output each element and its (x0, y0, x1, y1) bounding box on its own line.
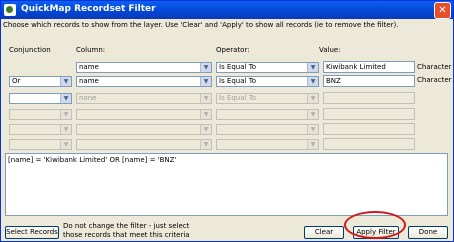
header-conjunction: Conjunction (9, 46, 51, 54)
value-input-row-1[interactable]: Kiwibank Limited (323, 61, 415, 73)
select-note-line-1: Do not change the filter - just select (63, 222, 190, 230)
type-label-row-1: Character (417, 63, 452, 71)
chevron-down-icon[interactable]: ▼ (60, 140, 71, 149)
chevron-down-icon[interactable]: ▼ (60, 125, 71, 134)
done-button[interactable]: Done (408, 226, 448, 239)
value-input-row-2[interactable]: BNZ (323, 75, 415, 87)
type-label-row-2: Character (417, 76, 452, 84)
header-value: Value: (319, 46, 341, 54)
select-note-line-2: those records that meet this criteria (63, 231, 190, 239)
filter-expression-box[interactable]: [name] = 'Kiwibank Limited' OR [name] = … (5, 153, 448, 216)
chevron-down-icon[interactable]: ▼ (200, 110, 211, 119)
clear-button[interactable]: Clear (304, 226, 344, 239)
chevron-down-icon[interactable]: ▼ (307, 110, 318, 119)
select-records-button[interactable]: Select Records (5, 226, 59, 239)
chevron-down-icon[interactable]: ▼ (200, 63, 211, 72)
chevron-down-icon[interactable]: ▼ (200, 77, 211, 86)
conjunction-select-row-2[interactable]: Or ▼ (9, 76, 72, 87)
chevron-down-icon[interactable]: ▼ (60, 110, 71, 119)
operator-select-value: Is Equal To (219, 94, 257, 102)
highlight-circle-annotation (344, 211, 406, 239)
chevron-down-icon[interactable]: ▼ (200, 125, 211, 134)
select-records-note: Do not change the filter - just select t… (63, 222, 190, 240)
column-select-row-6[interactable]: ▼ (76, 139, 212, 150)
column-select-row-4[interactable]: ▼ (76, 109, 212, 120)
column-select-row-5[interactable]: ▼ (76, 124, 212, 135)
operator-select-row-3[interactable]: Is Equal To ▼ (216, 93, 319, 104)
column-select-row-2[interactable]: name ▼ (76, 76, 212, 87)
chevron-down-icon[interactable]: ▼ (307, 140, 318, 149)
chevron-down-icon[interactable]: ▼ (307, 77, 318, 86)
operator-select-row-1[interactable]: Is Equal To ▼ (216, 62, 319, 73)
operator-select-row-4[interactable]: ▼ (216, 109, 319, 120)
column-select-value: none (79, 94, 97, 102)
operator-select-row-6[interactable]: ▼ (216, 139, 319, 150)
operator-select-row-2[interactable]: Is Equal To ▼ (216, 76, 319, 87)
chevron-down-icon[interactable]: ▼ (200, 140, 211, 149)
column-select-value: name (79, 63, 99, 71)
quickmap-app-icon (4, 4, 16, 16)
chevron-down-icon[interactable]: ▼ (307, 63, 318, 72)
filter-dialog: QuickMap Recordset Filter ✕ Choose which… (0, 0, 454, 242)
close-icon[interactable]: ✕ (434, 2, 451, 19)
conjunction-select-row-5[interactable]: ▼ (9, 124, 72, 135)
chevron-down-icon[interactable]: ▼ (60, 94, 71, 103)
operator-select-row-5[interactable]: ▼ (216, 124, 319, 135)
value-input-row-3[interactable] (323, 92, 415, 104)
value-input-row-6[interactable] (323, 138, 415, 150)
instructions-text: Choose which records to show from the la… (3, 21, 399, 29)
header-column: Column: (76, 46, 106, 54)
chevron-down-icon[interactable]: ▼ (307, 94, 318, 103)
conjunction-select-row-4[interactable]: ▼ (9, 109, 72, 120)
title-bar[interactable]: QuickMap Recordset Filter ✕ (1, 1, 453, 19)
column-select-row-1[interactable]: name ▼ (76, 62, 212, 73)
conjunction-select-row-6[interactable]: ▼ (9, 139, 72, 150)
column-select-value: name (79, 77, 99, 85)
operator-select-value: Is Equal To (219, 77, 257, 85)
chevron-down-icon[interactable]: ▼ (307, 125, 318, 134)
operator-select-value: Is Equal To (219, 63, 257, 71)
chevron-down-icon[interactable]: ▼ (200, 94, 211, 103)
column-select-row-3[interactable]: none ▼ (76, 93, 212, 104)
value-input-row-5[interactable] (323, 123, 415, 135)
value-input-row-4[interactable] (323, 108, 415, 120)
header-operator: Operator: (216, 46, 250, 54)
conjunction-select-value: Or (12, 77, 21, 85)
chevron-down-icon[interactable]: ▼ (60, 77, 71, 86)
conjunction-select-row-3[interactable]: ▼ (9, 93, 72, 104)
window-title: QuickMap Recordset Filter (21, 4, 156, 14)
